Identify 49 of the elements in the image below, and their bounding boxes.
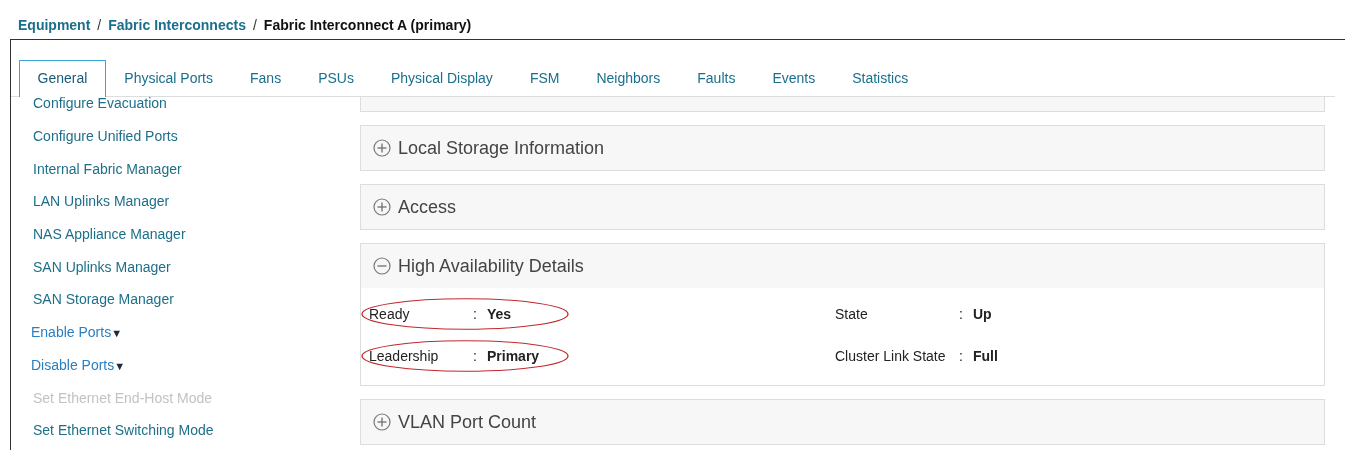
field-label: Leadership — [369, 348, 440, 364]
section-title: Access — [398, 196, 457, 218]
sidebar-item[interactable]: Set Ethernet Switching Mode — [11, 422, 214, 439]
breadcrumb-link[interactable]: Fabric Interconnects — [108, 17, 246, 33]
sidebar-item[interactable]: Configure Evacuation — [11, 97, 167, 112]
collapse-icon[interactable] — [373, 257, 391, 275]
expand-icon[interactable] — [373, 198, 391, 216]
sidebar-item[interactable]: Disable Ports▼ — [11, 356, 126, 373]
field-value: Up — [973, 306, 992, 322]
tab[interactable]: Fans — [231, 60, 300, 96]
sidebar-item[interactable]: LAN Uplinks Manager — [11, 193, 170, 210]
section-header[interactable]: Access — [361, 185, 1324, 229]
tab[interactable]: Neighbors — [577, 60, 679, 96]
field-value: Full — [973, 348, 998, 364]
field-label: Ready — [369, 306, 411, 322]
field-value: Primary — [487, 348, 540, 364]
expand-icon[interactable] — [373, 139, 391, 157]
tab[interactable]: Physical Ports — [105, 60, 232, 96]
field-separator: : — [473, 348, 478, 364]
field-separator: : — [959, 306, 964, 322]
breadcrumb-current: Fabric Interconnect A (primary) — [263, 17, 472, 33]
tab[interactable]: Faults — [678, 60, 754, 96]
tab[interactable]: General — [19, 60, 106, 97]
expand-icon[interactable] — [373, 413, 391, 431]
sidebar-item[interactable]: SAN Storage Manager — [11, 291, 174, 308]
breadcrumb-separator: / — [97, 17, 102, 33]
section-title: Local Storage Information — [398, 137, 605, 159]
tab[interactable]: FSM — [511, 60, 578, 96]
field-separator: : — [959, 348, 964, 364]
breadcrumb-link[interactable]: Equipment — [18, 17, 91, 33]
section-title: High Availability Details — [398, 255, 584, 277]
field-separator: : — [473, 306, 478, 322]
breadcrumb-separator: / — [252, 17, 257, 33]
sidebar-item[interactable]: NAS Appliance Manager — [11, 226, 186, 243]
section-header[interactable]: Local Storage Information — [361, 126, 1324, 170]
section-title: VLAN Port Count — [398, 411, 537, 433]
section-header[interactable]: VLAN Port Count — [361, 400, 1324, 444]
section-header[interactable]: High Availability Details — [361, 244, 1324, 288]
tab[interactable]: Events — [753, 60, 834, 96]
field-value: Yes — [487, 306, 512, 322]
sidebar-item[interactable]: Internal Fabric Manager — [11, 160, 182, 177]
sidebar-item[interactable]: SAN Uplinks Manager — [11, 258, 171, 275]
field-label: State — [835, 306, 869, 322]
tab[interactable]: PSUs — [299, 60, 373, 96]
tab[interactable]: Statistics — [833, 60, 927, 96]
field-label: Cluster Link State — [835, 348, 947, 364]
sidebar-item[interactable]: Enable Ports▼ — [11, 324, 123, 341]
sidebar-item[interactable]: Configure Unified Ports — [11, 128, 178, 145]
tab[interactable]: Physical Display — [372, 60, 512, 96]
